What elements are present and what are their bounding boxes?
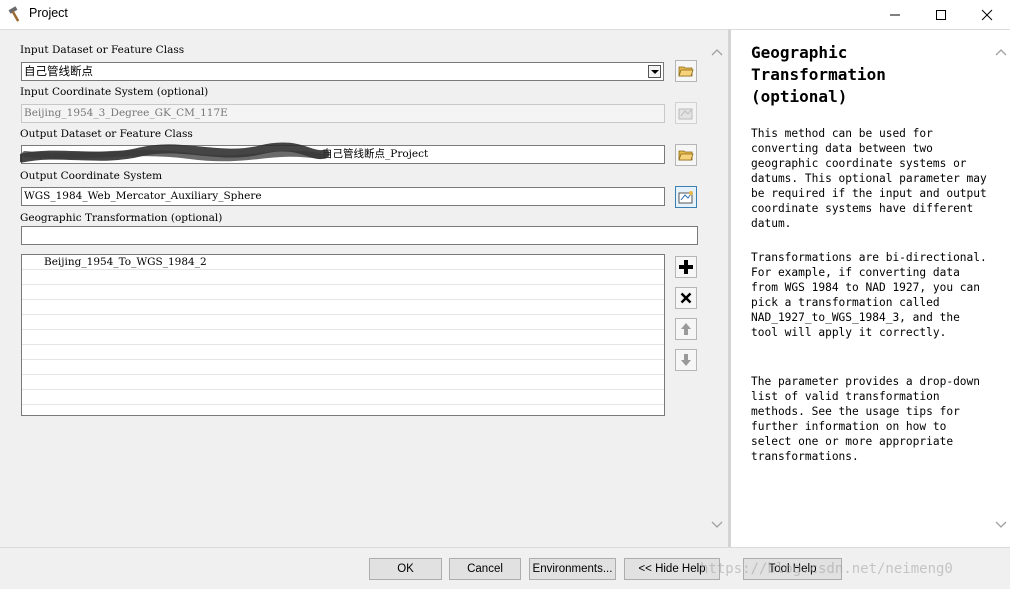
- spatial-reference-icon: [678, 191, 693, 204]
- open-folder-icon: [678, 150, 694, 161]
- cancel-button[interactable]: Cancel: [449, 558, 521, 580]
- help-paragraph-3: The parameter provides a drop-down list …: [751, 375, 981, 463]
- list-item-empty: [22, 360, 664, 375]
- list-item-empty: [22, 390, 664, 405]
- hammer-icon: [8, 6, 20, 22]
- scroll-up-icon[interactable]: [711, 48, 723, 56]
- list-item-empty: [22, 375, 664, 390]
- input-cs-label: Input Coordinate System (optional): [20, 86, 209, 98]
- browse-input-button[interactable]: [675, 60, 697, 82]
- plus-icon: [679, 260, 693, 274]
- list-item-empty: [22, 270, 664, 285]
- maximize-button[interactable]: [918, 0, 964, 29]
- help-paragraph-1: This method can be used for converting d…: [751, 127, 987, 230]
- minimize-icon: [890, 14, 900, 15]
- input-dataset-value: 自己管线断点: [24, 64, 93, 78]
- chevron-down-icon[interactable]: [648, 65, 661, 78]
- remove-button[interactable]: [675, 287, 697, 309]
- help-scroll-down-icon[interactable]: [995, 521, 1007, 529]
- help-pane: Geographic Transformation (optional) Thi…: [731, 29, 1010, 548]
- button-bar: OK Cancel Environments... << Hide Help T…: [0, 547, 1010, 589]
- list-item-empty: [22, 330, 664, 345]
- open-folder-icon: [678, 66, 694, 77]
- list-item-empty: [22, 315, 664, 330]
- arrow-up-icon: [681, 323, 691, 335]
- ok-button[interactable]: OK: [369, 558, 442, 580]
- transform-list[interactable]: Beijing_1954_To_WGS_1984_2: [21, 254, 665, 416]
- output-dataset-label: Output Dataset or Feature Class: [20, 128, 193, 140]
- window-title: Project: [29, 6, 68, 20]
- help-scroll-up-icon[interactable]: [995, 48, 1007, 56]
- geo-transform-label: Geographic Transformation (optional): [20, 212, 223, 224]
- title-bar: Project: [0, 0, 1010, 29]
- geo-transform-field[interactable]: [21, 226, 698, 245]
- output-cs-label: Output Coordinate System: [20, 170, 163, 182]
- help-title: Geographic Transformation (optional): [751, 43, 886, 106]
- list-item-empty: [22, 405, 664, 415]
- move-down-button[interactable]: [675, 349, 697, 371]
- output-dataset-field[interactable]: 自己管线断点_Project: [21, 145, 665, 164]
- scroll-down-icon[interactable]: [711, 521, 723, 529]
- spatial-reference-icon: [678, 108, 693, 120]
- close-icon: [981, 9, 993, 20]
- move-up-button[interactable]: [675, 318, 697, 340]
- help-paragraph-2: Transformations are bi-directional. For …: [751, 251, 987, 339]
- browse-output-button[interactable]: [675, 144, 697, 166]
- input-dataset-dropdown[interactable]: 自己管线断点: [21, 62, 664, 81]
- maximize-icon: [936, 9, 946, 20]
- output-cs-field[interactable]: WGS_1984_Web_Mercator_Auxiliary_Sphere: [21, 187, 665, 206]
- output-dataset-value: 自己管线断点_Project: [322, 148, 429, 160]
- output-cs-properties-button[interactable]: [675, 186, 697, 208]
- add-button[interactable]: [675, 256, 697, 278]
- minimize-button[interactable]: [872, 0, 918, 29]
- parameters-pane: Input Dataset or Feature Class 自己管线断点 In…: [0, 29, 728, 548]
- list-item[interactable]: Beijing_1954_To_WGS_1984_2: [22, 255, 664, 270]
- list-item-empty: [22, 345, 664, 360]
- list-item-empty: [22, 300, 664, 315]
- close-button[interactable]: [964, 0, 1010, 29]
- arrow-down-icon: [681, 354, 691, 366]
- list-item-empty: [22, 285, 664, 300]
- input-cs-field: Beijing_1954_3_Degree_GK_CM_117E: [21, 104, 665, 123]
- input-dataset-label: Input Dataset or Feature Class: [20, 44, 185, 56]
- delete-x-icon: [680, 292, 692, 304]
- input-cs-properties-button: [675, 102, 697, 124]
- environments-button[interactable]: Environments...: [529, 558, 616, 580]
- watermark: https://blog.csdn.net/neimeng0: [700, 561, 953, 577]
